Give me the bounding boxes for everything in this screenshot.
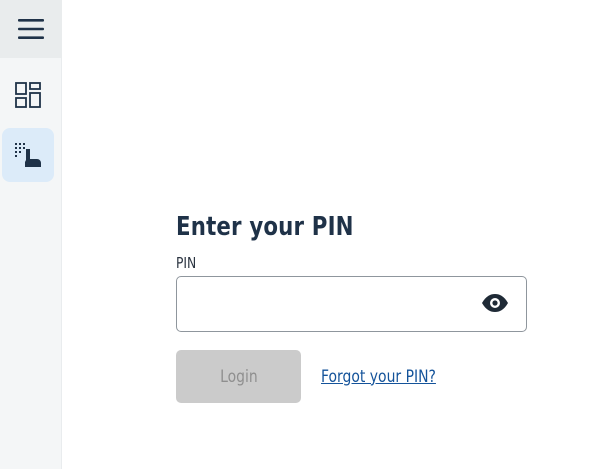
form-title: Enter your PIN [176,212,354,242]
show-pin-toggle[interactable] [481,294,509,316]
app-window: Enter your PIN PIN Login Forgot your PIN… [0,0,605,469]
sidebar-item-dashboard[interactable] [2,68,54,122]
form-actions: Login Forgot your PIN? [176,350,528,403]
hamburger-menu-icon [17,17,45,41]
sidebar-item-pin-login[interactable] [2,128,54,182]
login-button-label: Login [219,366,258,387]
forgot-pin-link[interactable]: Forgot your PIN? [321,367,436,387]
sidebar [0,0,62,469]
login-button[interactable]: Login [176,350,301,403]
pin-field-label: PIN [176,254,197,272]
eye-icon [481,293,509,317]
keypad-touch-icon [13,140,43,170]
dashboard-grid-icon [14,81,42,109]
pin-field [176,276,527,332]
pin-input[interactable] [177,277,526,331]
menu-toggle-button[interactable] [0,0,62,58]
pin-login-form: Enter your PIN PIN Login Forgot your PIN… [176,212,528,403]
